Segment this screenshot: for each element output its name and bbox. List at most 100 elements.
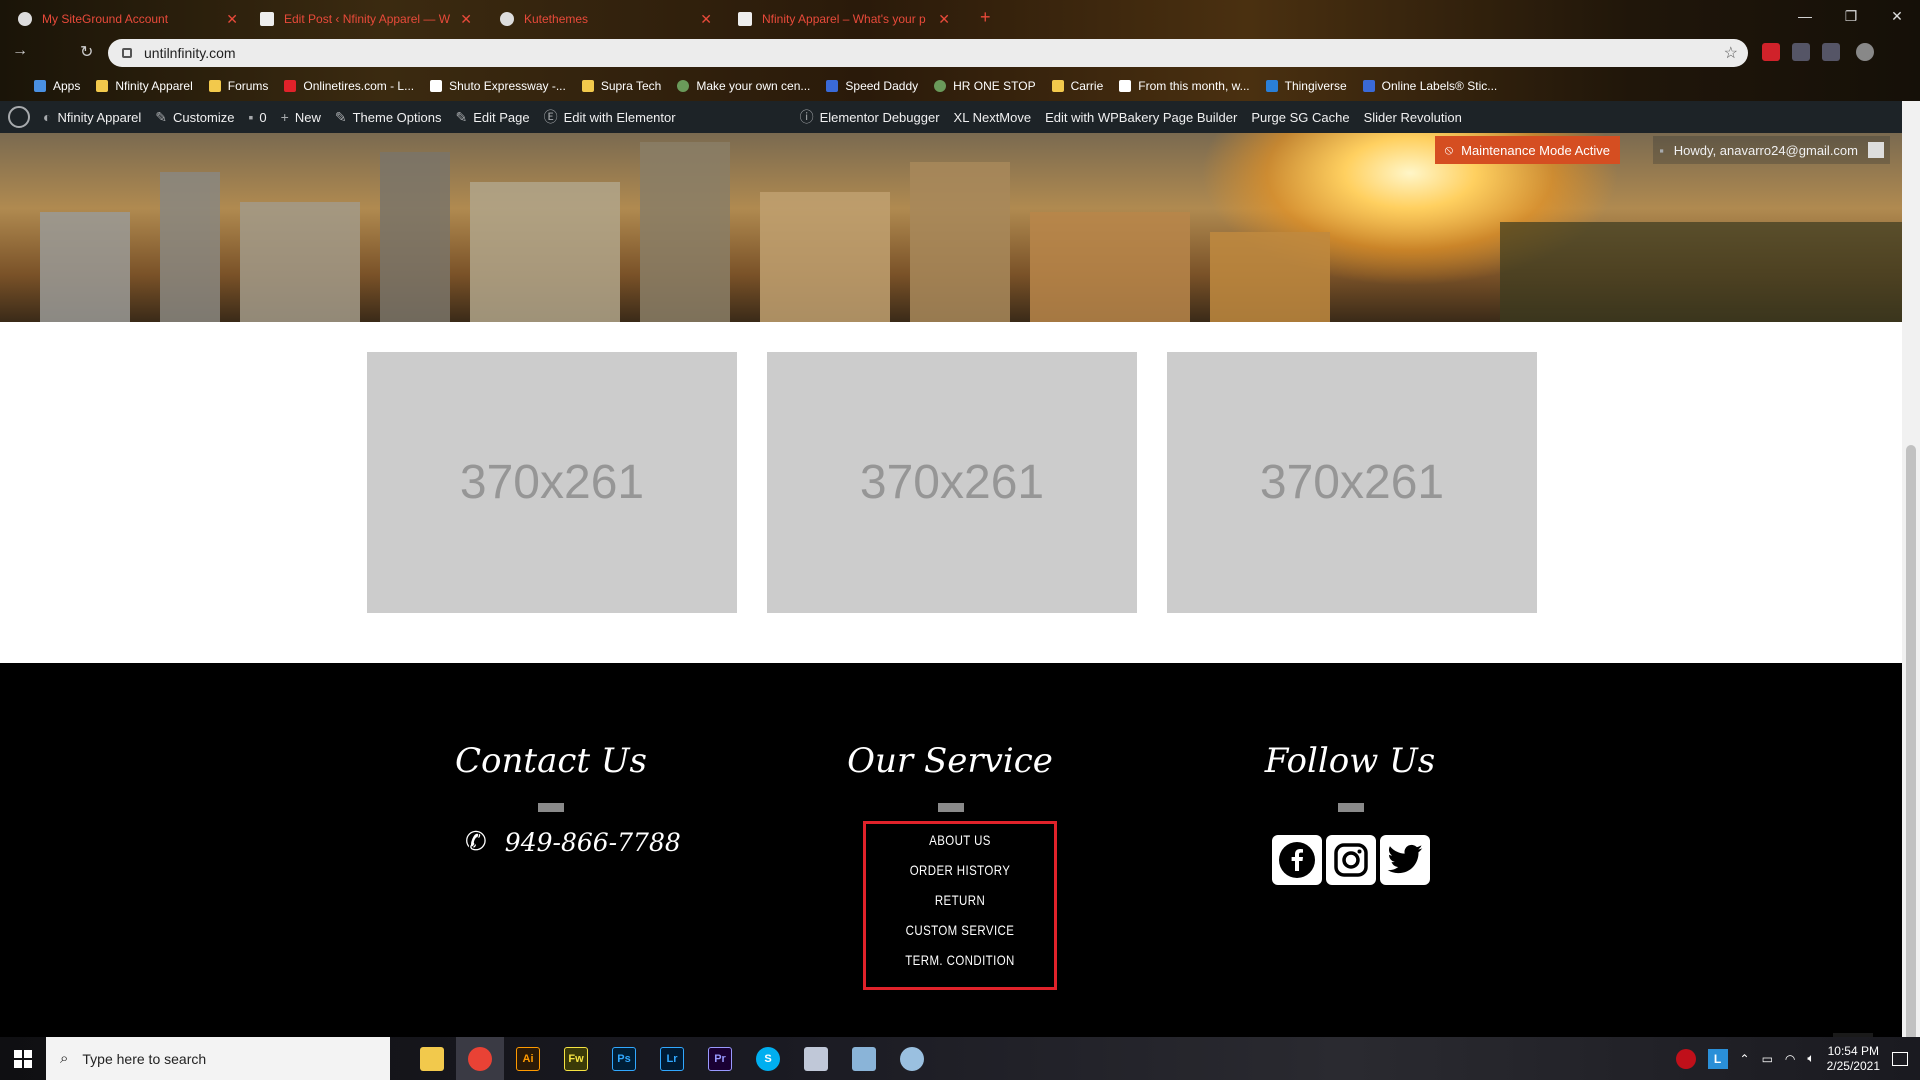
taskbar-app-lightroom[interactable]: Lr: [648, 1037, 696, 1080]
service-link-about-us[interactable]: ABOUT US: [880, 825, 1039, 855]
tab-close-icon[interactable]: ✕: [938, 11, 950, 28]
contact-phone[interactable]: ✆ 949-866-7788: [465, 827, 681, 857]
reload-icon[interactable]: ↻: [80, 42, 93, 62]
phone-icon: ✆: [465, 827, 487, 857]
adminbar-theme-options[interactable]: ✎ Theme Options: [328, 101, 449, 133]
building-shape: [160, 172, 220, 322]
adminbar-account[interactable]: ▪ Howdy, anavarro24@gmail.com: [1653, 136, 1890, 164]
site-icon: [826, 79, 839, 92]
bookmark-item[interactable]: Onlinetires.com - L...: [284, 79, 414, 93]
pdf-extension-icon[interactable]: [1762, 43, 1780, 61]
instagram-icon[interactable]: [1326, 835, 1376, 885]
adminbar-nextmove[interactable]: XL NextMove: [947, 101, 1039, 133]
skype-icon: S: [756, 1046, 780, 1071]
taskbar-app-paint[interactable]: [888, 1037, 936, 1080]
new-tab-button[interactable]: +: [980, 7, 991, 28]
facebook-icon[interactable]: [1272, 835, 1322, 885]
address-bar[interactable]: untilnfinity.com ☆: [108, 39, 1748, 67]
service-link-return[interactable]: RETURN: [880, 885, 1039, 915]
taskbar-app-illustrator[interactable]: Ai: [504, 1037, 552, 1080]
taskbar-app-premiere[interactable]: Pr: [696, 1037, 744, 1080]
url-text: untilnfinity.com: [144, 45, 236, 61]
plus-icon: +: [280, 109, 289, 125]
taskbar-app-chrome[interactable]: [456, 1037, 504, 1080]
page-scrollbar[interactable]: [1902, 101, 1920, 1041]
adminbar-spacer: [683, 101, 793, 133]
twitter-icon[interactable]: [1380, 835, 1430, 885]
wifi-icon[interactable]: ◠: [1785, 1052, 1795, 1066]
notifications-icon[interactable]: [1892, 1051, 1908, 1066]
puzzle-extension-icon[interactable]: [1792, 43, 1810, 61]
info-icon: ⓘ: [799, 109, 814, 125]
adminbar-customize[interactable]: ✎ Customize: [148, 101, 241, 133]
playlist-icon[interactable]: [1822, 43, 1840, 61]
siteground-icon: [18, 12, 32, 26]
taskbar-app-skype[interactable]: S: [744, 1037, 792, 1080]
adminbar-purge-cache[interactable]: Purge SG Cache: [1244, 101, 1356, 133]
bookmark-item[interactable]: Nfinity Apparel: [96, 79, 193, 93]
adminbar-wpbakery[interactable]: Edit with WPBakery Page Builder: [1038, 101, 1244, 133]
paint-app-icon: [900, 1046, 924, 1071]
bookmark-item[interactable]: Shuto Expressway -...: [430, 79, 566, 93]
bookmark-item[interactable]: Thingiverse: [1265, 79, 1347, 93]
bookmark-item[interactable]: Carrie: [1051, 79, 1103, 93]
taskbar-app-photoshop[interactable]: Ps: [600, 1037, 648, 1080]
maintenance-mode-badge[interactable]: ⦸ Maintenance Mode Active: [1434, 136, 1620, 164]
bookmark-item[interactable]: Make your own cen...: [677, 79, 810, 93]
browser-chrome: My SiteGround Account ✕ Edit Post ‹ Nfin…: [0, 0, 1920, 101]
battery-icon[interactable]: ▭: [1762, 1052, 1773, 1066]
adminbar-edit-elementor[interactable]: Ⓔ Edit with Elementor: [537, 101, 683, 133]
tab-close-icon[interactable]: ✕: [460, 11, 472, 28]
bookmark-item[interactable]: From this month, w...: [1119, 79, 1250, 93]
scrollbar-thumb[interactable]: [1906, 445, 1916, 1041]
windows-logo-icon: [14, 1049, 32, 1068]
globe-icon: [934, 79, 947, 92]
service-link-custom-service[interactable]: CUSTOM SERVICE: [880, 915, 1039, 945]
bookmark-item[interactable]: Forums: [208, 79, 268, 93]
bookmark-star-icon[interactable]: ☆: [1724, 43, 1738, 63]
tab-siteground[interactable]: My SiteGround Account ✕: [8, 4, 248, 34]
tab-nfinity-apparel[interactable]: Nfinity Apparel – What's your p ✕: [728, 4, 960, 34]
taskbar-clock[interactable]: 10:54 PM 2/25/2021: [1827, 1044, 1880, 1074]
adminbar-comments[interactable]: ▪ 0: [241, 101, 273, 133]
tab-close-icon[interactable]: ✕: [226, 11, 238, 28]
bookmark-item[interactable]: HR ONE STOP: [934, 79, 1036, 93]
restore-icon[interactable]: ❐: [1828, 2, 1874, 30]
adminbar-site-name[interactable]: ◐ Nfinity Apparel: [36, 101, 148, 133]
bookmark-item[interactable]: Apps: [34, 79, 80, 93]
volume-icon[interactable]: 🔈︎: [1807, 1051, 1814, 1066]
bookmark-item[interactable]: Speed Daddy: [826, 79, 918, 93]
adminbar-debugger[interactable]: ⓘ Elementor Debugger: [793, 101, 947, 133]
bookmark-item[interactable]: Online Labels® Stic...: [1362, 79, 1497, 93]
taskbar-search-box[interactable]: ⌕ Type here to search: [46, 1037, 390, 1080]
tab-edit-post[interactable]: Edit Post ‹ Nfinity Apparel — W ✕: [250, 4, 482, 34]
globe-icon: [677, 79, 690, 92]
taskbar-app-notes[interactable]: [840, 1037, 888, 1080]
service-link-terms-condition[interactable]: TERM. CONDITION: [880, 945, 1039, 975]
search-icon: ⌕: [60, 1050, 69, 1067]
notes-app-icon: [852, 1046, 876, 1071]
service-link-order-history[interactable]: ORDER HISTORY: [880, 855, 1039, 885]
folder-icon: [581, 79, 594, 92]
tab-kutethemes[interactable]: Kutethemes ✕: [490, 4, 722, 34]
chevron-up-icon[interactable]: ⌃: [1740, 1052, 1750, 1066]
lastpass-icon[interactable]: L: [1707, 1048, 1728, 1069]
notification-icon: ▪: [1659, 142, 1664, 158]
taskbar-app-media[interactable]: [792, 1037, 840, 1080]
forward-icon[interactable]: →: [12, 42, 28, 60]
building-shape: [40, 212, 130, 322]
adminbar-new[interactable]: + New: [274, 101, 328, 133]
minimize-icon[interactable]: —: [1782, 2, 1828, 30]
wordpress-logo-icon[interactable]: [8, 106, 30, 128]
bookmark-item[interactable]: Supra Tech: [581, 79, 661, 93]
profile-avatar[interactable]: [1856, 43, 1874, 61]
lock-icon: [122, 48, 132, 58]
adminbar-slider-revolution[interactable]: Slider Revolution: [1357, 101, 1469, 133]
adminbar-edit-page[interactable]: ✎ Edit Page: [448, 101, 536, 133]
antivirus-icon[interactable]: [1675, 1048, 1696, 1069]
taskbar-app-fireworks[interactable]: Fw: [552, 1037, 600, 1080]
taskbar-app-file-explorer[interactable]: [408, 1037, 456, 1080]
windows-start-button[interactable]: [0, 1037, 46, 1080]
tab-close-icon[interactable]: ✕: [700, 11, 712, 28]
window-close-icon[interactable]: ✕: [1874, 2, 1920, 30]
